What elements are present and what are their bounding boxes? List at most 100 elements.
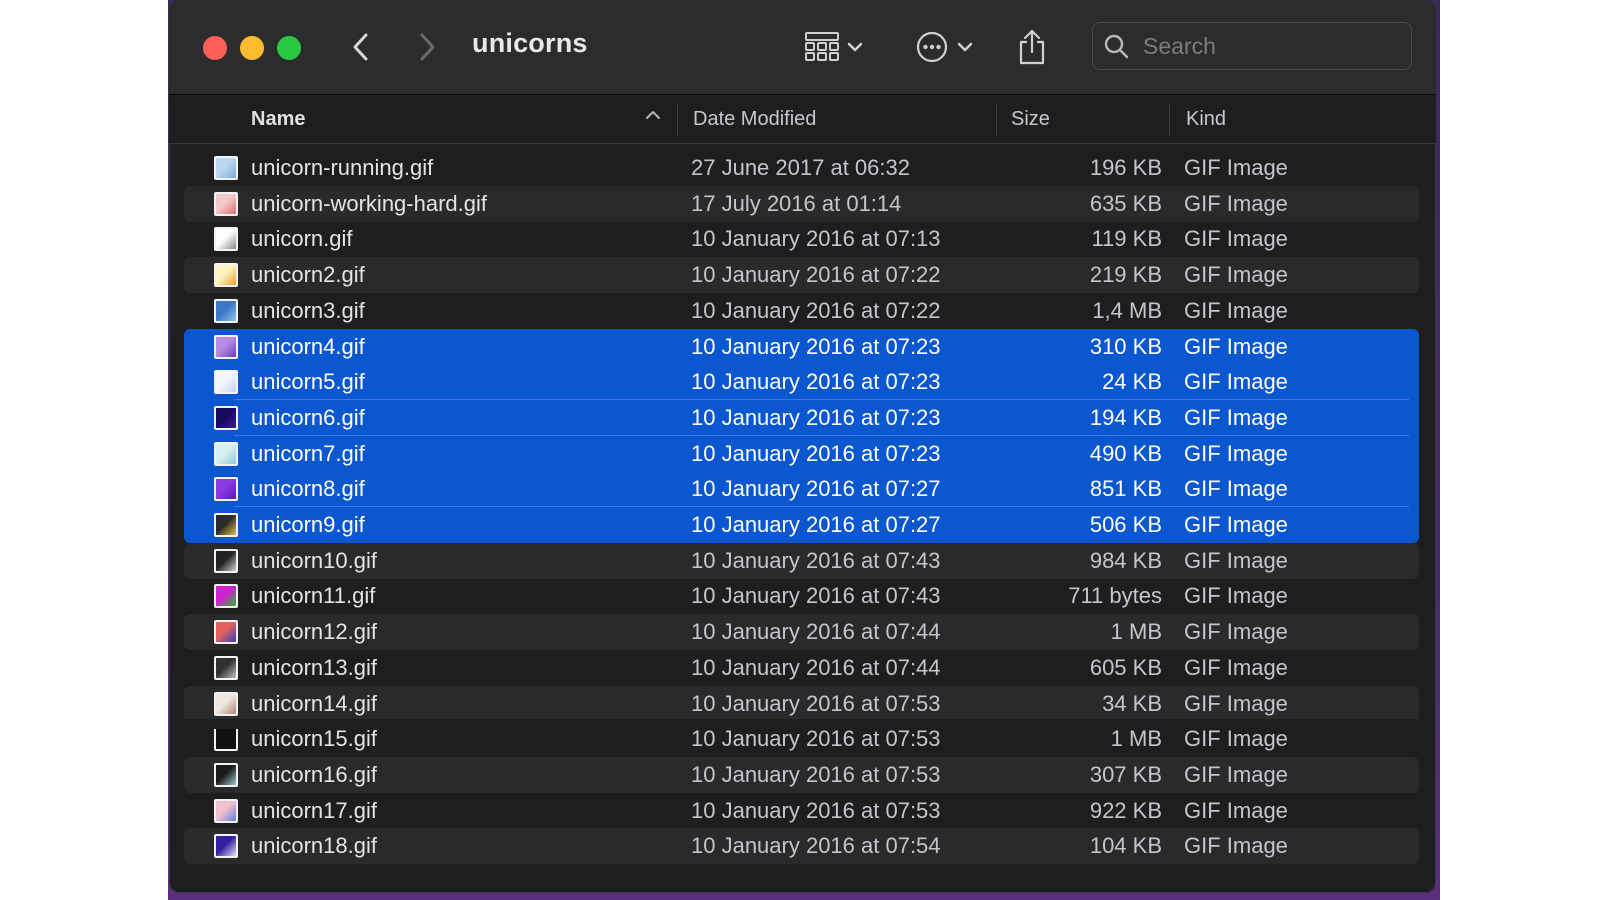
file-thumbnail [214,263,238,288]
file-size: 119 KB [1091,226,1162,252]
file-row[interactable]: unicorn13.gif 10 January 2016 at 07:44 605… [184,650,1419,686]
file-name: unicorn12.gif [251,619,377,645]
file-row[interactable]: unicorn2.gif 10 January 2016 at 07:22 219 … [184,257,1419,294]
file-row[interactable]: unicorn3.gif 10 January 2016 at 07:22 1,4 … [184,293,1419,329]
gif-file-icon [214,334,238,359]
search-input[interactable] [1141,31,1385,61]
gif-file-icon [214,405,238,430]
minimize-window-button[interactable] [240,36,264,60]
chevron-down-icon [957,42,973,52]
gif-file-icon [214,834,238,859]
file-row[interactable]: unicorn4.gif 10 January 2016 at 07:23 310 … [184,328,1419,365]
gif-file-icon [214,762,238,787]
search-field[interactable] [1092,22,1412,70]
column-divider[interactable] [996,104,997,136]
file-thumbnail [214,191,238,216]
search-icon [1104,34,1129,59]
file-kind: GIF Image [1184,262,1288,288]
file-row[interactable]: unicorn8.gif 10 January 2016 at 07:27 851 … [184,471,1419,508]
file-name: unicorn-running.gif [251,155,434,180]
file-size: 506 KB [1089,512,1162,537]
file-thumbnail [214,727,238,752]
file-thumbnail [214,620,238,645]
file-row[interactable]: unicorn14.gif 10 January 2016 at 07:53 34 … [184,685,1419,722]
file-row[interactable]: unicorn-working-hard.gif 17 July 2016 at … [184,185,1419,222]
file-kind: GIF Image [1184,512,1288,537]
file-row[interactable]: unicorn-running.gif 27 June 2017 at 06:32… [184,150,1419,186]
file-name: unicorn16.gif [251,761,377,787]
close-window-button[interactable] [203,36,227,60]
file-date-modified: 10 January 2016 at 07:53 [691,690,941,716]
column-divider[interactable] [1169,104,1170,136]
file-thumbnail [214,370,238,395]
gif-file-icon [214,441,238,466]
file-kind: GIF Image [1184,583,1288,609]
file-row[interactable]: unicorn17.gif 10 January 2016 at 07:53 922… [184,793,1419,829]
file-date-modified: 10 January 2016 at 07:53 [691,761,941,787]
share-button[interactable] [1017,24,1047,70]
file-date-modified: 17 July 2016 at 01:14 [691,190,902,216]
file-row[interactable]: unicorn18.gif 10 January 2016 at 07:54 104… [184,828,1419,865]
file-row[interactable]: unicorn16.gif 10 January 2016 at 07:53 307… [184,756,1419,793]
column-header-bar: Name Date Modified Size Kind [169,95,1436,144]
view-options-button[interactable] [805,24,863,70]
file-kind: GIF Image [1184,654,1288,680]
file-name: unicorn6.gif [251,404,365,430]
file-row[interactable]: unicorn9.gif 10 January 2016 at 07:27 506 … [184,507,1419,543]
more-actions-button[interactable] [915,24,973,70]
toolbar: unicorns [169,0,1436,95]
file-kind: GIF Image [1184,226,1288,252]
chevron-down-icon [847,42,863,52]
file-size: 307 KB [1089,761,1162,787]
file-size: 104 KB [1089,833,1162,859]
file-kind: GIF Image [1184,476,1288,502]
column-header-kind[interactable]: Kind [1186,95,1386,143]
file-kind: GIF Image [1184,690,1288,716]
column-header-size[interactable]: Size [1011,95,1161,143]
file-thumbnail [214,584,238,609]
file-thumbnail [214,405,238,430]
zoom-window-button[interactable] [277,36,301,60]
file-row[interactable]: unicorn11.gif 10 January 2016 at 07:43 711… [184,578,1419,614]
file-date-modified: 10 January 2016 at 07:23 [691,333,941,359]
file-size: 635 KB [1089,190,1162,216]
file-size: 310 KB [1089,333,1162,359]
file-size: 490 KB [1089,440,1162,466]
forward-button[interactable] [407,26,447,68]
column-header-date-modified[interactable]: Date Modified [693,95,993,143]
back-button[interactable] [341,26,381,68]
gif-file-icon [214,691,238,716]
file-row[interactable]: unicorn7.gif 10 January 2016 at 07:23 490 … [184,435,1419,472]
file-name: unicorn11.gif [251,583,376,609]
file-size: 196 KB [1089,155,1162,180]
file-thumbnail [214,477,238,502]
gif-file-icon [214,548,238,573]
file-name: unicorn18.gif [251,833,377,859]
file-size: 194 KB [1089,404,1162,430]
file-name: unicorn-working-hard.gif [251,190,487,216]
file-date-modified: 10 January 2016 at 07:13 [691,226,941,252]
file-name: unicorn9.gif [251,512,365,537]
column-divider[interactable] [677,104,678,136]
file-row[interactable]: unicorn5.gif 10 January 2016 at 07:23 24 K… [184,364,1419,401]
file-size: 984 KB [1089,547,1162,573]
file-row[interactable]: unicorn6.gif 10 January 2016 at 07:23 194 … [184,399,1419,436]
file-name: unicorn4.gif [251,333,365,359]
file-row[interactable]: unicorn12.gif 10 January 2016 at 07:44 1 M… [184,614,1419,651]
file-size: 922 KB [1089,797,1162,823]
file-kind: GIF Image [1184,547,1288,573]
file-date-modified: 10 January 2016 at 07:53 [691,797,941,823]
sort-ascending-icon [646,111,660,119]
file-date-modified: 10 January 2016 at 07:43 [691,583,941,609]
column-header-name[interactable]: Name [251,95,671,143]
file-kind: GIF Image [1184,369,1288,395]
gif-file-icon [214,298,238,323]
file-kind: GIF Image [1184,833,1288,859]
file-name: unicorn13.gif [251,654,377,680]
file-row[interactable]: unicorn.gif 10 January 2016 at 07:13 119 K… [184,221,1419,257]
file-thumbnail [214,156,238,180]
file-date-modified: 10 January 2016 at 07:27 [691,512,941,537]
file-name: unicorn14.gif [251,690,377,716]
file-size: 219 KB [1089,262,1162,288]
file-row[interactable]: unicorn10.gif 10 January 2016 at 07:43 984… [184,542,1419,579]
